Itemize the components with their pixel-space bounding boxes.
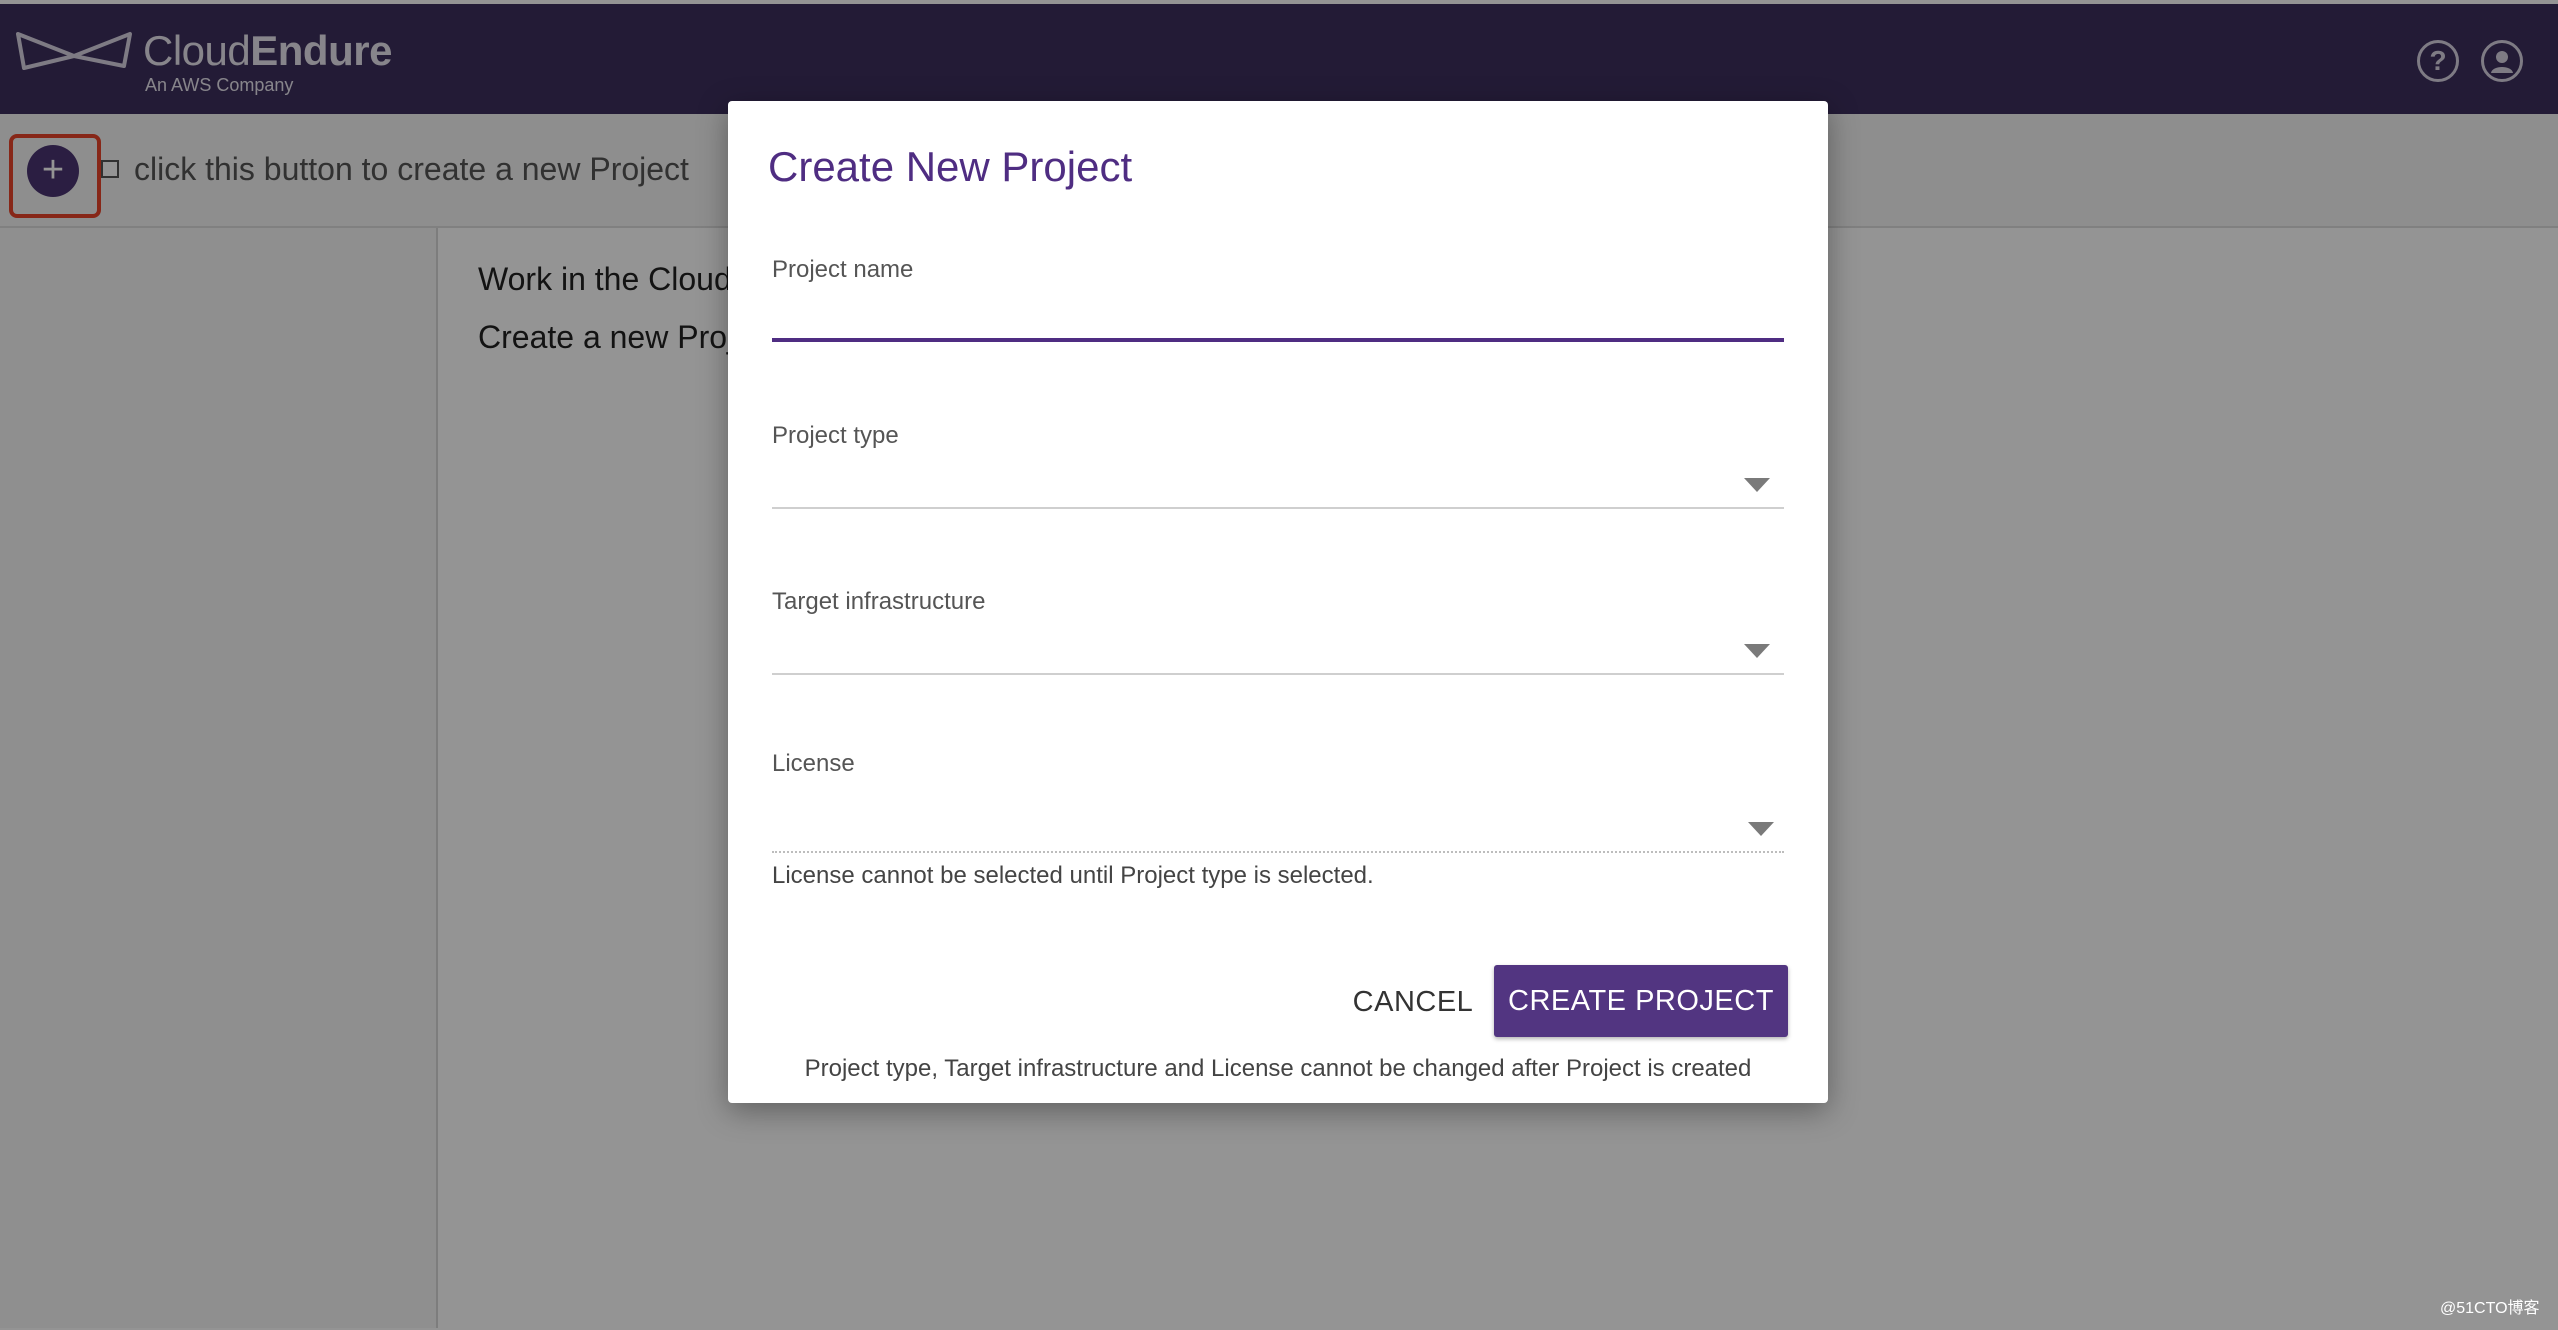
target-infrastructure-label: Target infrastructure [772,588,986,615]
project-type-chevron-down-icon[interactable] [1744,478,1770,492]
license-chevron-down-icon [1748,822,1774,836]
dialog-footer-note: Project type, Target infrastructure and … [804,1055,1752,1082]
license-label: License [772,750,855,777]
app-page: CloudEndure An AWS Company ? + click thi… [0,0,2558,1330]
project-type-underline [772,507,1784,509]
target-infrastructure-underline [772,673,1784,675]
project-type-select[interactable] [772,459,1784,505]
project-name-label: Project name [772,256,914,283]
license-helper-text: License cannot be selected until Project… [772,862,1374,889]
create-project-button[interactable]: CREATE PROJECT [1494,965,1788,1037]
license-underline [772,851,1784,853]
dialog-title: Create New Project [768,143,1133,190]
project-name-input[interactable] [772,297,1784,337]
cancel-button[interactable]: CANCEL [1318,967,1508,1037]
license-select [772,801,1784,847]
target-infrastructure-chevron-down-icon[interactable] [1744,644,1770,658]
create-project-dialog: Create New Project Project name Project … [728,101,1828,1103]
watermark: @51CTO博客 [2440,1300,2540,1317]
target-infrastructure-select[interactable] [772,625,1784,671]
project-type-label: Project type [772,422,899,449]
project-name-underline [772,338,1784,342]
